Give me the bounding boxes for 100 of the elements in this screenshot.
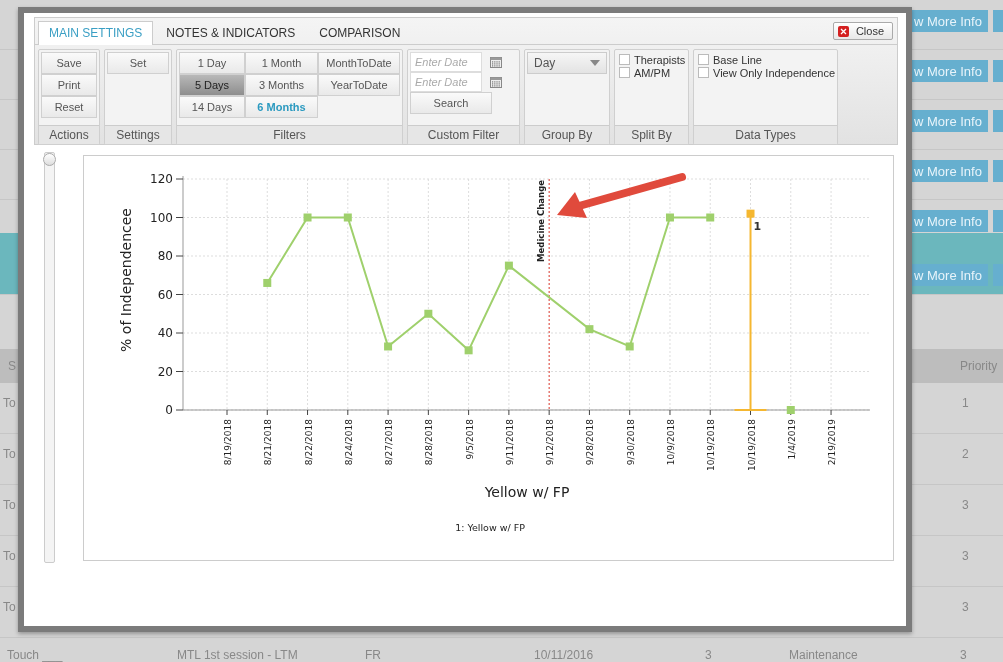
action-button[interactable] bbox=[993, 10, 1003, 32]
data-point bbox=[625, 342, 634, 351]
y-tick-label: 0 bbox=[165, 403, 173, 417]
data-point bbox=[343, 213, 352, 222]
table-cell: To bbox=[3, 498, 16, 512]
filter-button[interactable]: MonthToDate bbox=[318, 52, 400, 74]
y-tick-label: 60 bbox=[157, 287, 173, 302]
close-button[interactable]: Close bbox=[832, 22, 893, 40]
reference-line-label: Medicine Change bbox=[536, 180, 547, 262]
group-title: Custom Filter bbox=[408, 125, 519, 144]
checkbox-label: AM/PM bbox=[634, 67, 671, 79]
caret-icon bbox=[590, 60, 600, 66]
table-cell: To bbox=[3, 396, 16, 410]
toolbar-button[interactable]: Print bbox=[41, 74, 97, 96]
date-field[interactable]: Enter Date bbox=[410, 52, 482, 72]
y-tick-label: 100 bbox=[150, 210, 173, 225]
slider-thumb[interactable] bbox=[43, 153, 56, 166]
table-cell: Maintenance bbox=[789, 648, 858, 662]
data-point bbox=[665, 213, 674, 222]
toolbar-button[interactable]: Save bbox=[41, 52, 97, 74]
x-tick-label: 9/5/2018 bbox=[464, 419, 475, 460]
close-icon bbox=[837, 25, 849, 37]
y-tick-label: 80 bbox=[157, 249, 173, 263]
table-cell: 3 bbox=[705, 648, 712, 662]
x-tick-label: 9/11/2018 bbox=[504, 419, 515, 466]
data-point bbox=[746, 209, 755, 218]
x-tick-label: 1/4/2019 bbox=[786, 419, 797, 460]
table-cell-text: 1 bbox=[961, 396, 969, 410]
table-cell: FR bbox=[365, 648, 381, 662]
filter-button[interactable]: 3 Months bbox=[245, 74, 318, 96]
x-tick-label: 2/19/2019 bbox=[827, 419, 838, 466]
group-by-dropdown[interactable]: Day bbox=[527, 52, 607, 74]
checkbox-label: Therapists bbox=[634, 54, 686, 66]
zoom-slider[interactable] bbox=[44, 152, 55, 563]
y-tick-label: 40 bbox=[157, 326, 173, 340]
table-cell: To bbox=[3, 549, 16, 563]
checkbox-label: View Only Independence bbox=[713, 67, 836, 79]
data-point bbox=[303, 213, 312, 222]
filter-button[interactable]: YearToDate bbox=[318, 74, 400, 96]
data-point bbox=[706, 213, 715, 222]
table-cell-text: 3 bbox=[961, 600, 969, 614]
data-point bbox=[464, 346, 473, 355]
table-cell: To bbox=[3, 600, 16, 614]
group-title: Actions bbox=[39, 125, 99, 144]
filter-button[interactable]: 14 Days bbox=[179, 96, 245, 118]
calendar-icon[interactable] bbox=[490, 76, 502, 88]
group-title: Filters bbox=[177, 125, 402, 144]
data-point bbox=[786, 406, 795, 414]
x-tick-label: 8/22/2018 bbox=[303, 419, 314, 466]
filter-button[interactable]: 1 Day bbox=[179, 52, 245, 74]
group-title: Settings bbox=[105, 125, 171, 144]
toolbar-button[interactable]: Set bbox=[107, 52, 169, 74]
table-cell: MTL 1st session - LTM bbox=[177, 648, 298, 662]
checkbox[interactable] bbox=[619, 54, 630, 65]
action-button[interactable] bbox=[993, 110, 1003, 132]
group-title: Split By bbox=[615, 125, 688, 144]
tab[interactable]: COMPARISON bbox=[308, 21, 412, 44]
data-point bbox=[263, 278, 272, 287]
y-tick-label: 20 bbox=[157, 364, 173, 379]
data-point bbox=[384, 342, 393, 351]
table-cell-text: 3 bbox=[961, 549, 969, 563]
x-tick-label: 10/9/2018 bbox=[665, 419, 676, 466]
table-cell-text: 2 bbox=[961, 447, 969, 461]
data-point bbox=[504, 261, 513, 270]
date-field[interactable]: Enter Date bbox=[410, 72, 482, 92]
checkbox[interactable] bbox=[698, 67, 709, 78]
x-tick-label: 8/21/2018 bbox=[263, 419, 274, 466]
x-axis-title: Yellow w/ FP bbox=[484, 484, 570, 500]
legend-note: 1: Yellow w/ FP bbox=[455, 522, 525, 533]
data-point bbox=[585, 325, 594, 334]
action-button[interactable] bbox=[993, 160, 1003, 182]
tab[interactable]: NOTES & INDICATORS bbox=[155, 21, 307, 44]
checkbox[interactable] bbox=[619, 67, 630, 78]
y-tick-label: 120 bbox=[150, 172, 173, 186]
y-axis-title: % of Independencee bbox=[118, 208, 134, 352]
x-tick-label: 10/19/2018 bbox=[706, 419, 717, 471]
table-cell: Touch ___ bbox=[7, 648, 63, 662]
x-tick-label: 9/30/2018 bbox=[625, 419, 636, 466]
x-tick-label: 8/28/2018 bbox=[424, 419, 435, 466]
toolbar-button[interactable]: Reset bbox=[41, 96, 97, 118]
calendar-icon[interactable] bbox=[490, 56, 502, 68]
checkbox-label: Base Line bbox=[713, 54, 762, 66]
action-button[interactable] bbox=[993, 210, 1003, 232]
group-title: Group By bbox=[525, 125, 609, 144]
table-cell: 3 bbox=[960, 648, 967, 662]
table-cell: To bbox=[3, 447, 16, 461]
x-tick-label: 10/19/2018 bbox=[746, 419, 757, 471]
filter-button[interactable]: 1 Month bbox=[245, 52, 318, 74]
filter-button[interactable]: 5 Days bbox=[179, 74, 245, 96]
data-label: 1 bbox=[753, 219, 762, 233]
x-tick-label: 9/12/2018 bbox=[545, 419, 556, 466]
action-button[interactable] bbox=[993, 60, 1003, 82]
table-cell-text: 3 bbox=[961, 498, 969, 512]
x-tick-label: 8/24/2018 bbox=[343, 419, 354, 466]
x-tick-label: 8/19/2018 bbox=[223, 419, 233, 466]
search-button[interactable]: Search bbox=[410, 92, 492, 114]
x-tick-label: 9/28/2018 bbox=[585, 419, 596, 466]
checkbox[interactable] bbox=[698, 54, 709, 65]
data-point bbox=[424, 309, 433, 318]
x-tick-label: 8/27/2018 bbox=[384, 419, 395, 466]
